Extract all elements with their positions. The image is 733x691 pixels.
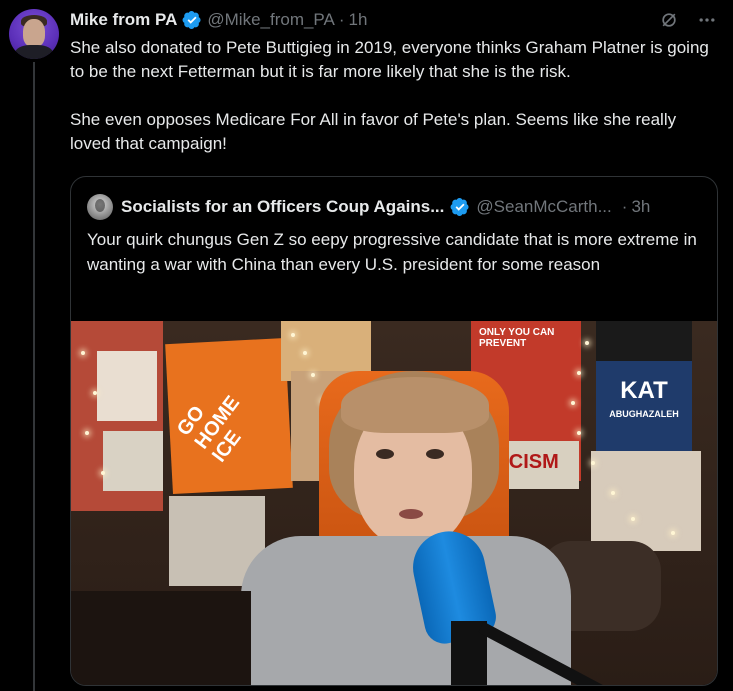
person-bangs <box>341 377 489 433</box>
person-sweatshirt <box>241 536 571 685</box>
person-eye <box>376 449 394 459</box>
tweet-time[interactable]: 1h <box>349 10 368 30</box>
person-eye <box>426 449 444 459</box>
quoted-author-avatar[interactable] <box>87 194 113 220</box>
verified-badge-icon <box>182 11 201 29</box>
quoted-author-handle[interactable]: @SeanMcCarth... <box>476 197 611 217</box>
tweet-header: Mike from PA @Mike_from_PA · 1h <box>70 9 367 31</box>
author-avatar[interactable] <box>9 9 59 59</box>
tweet-top-actions <box>657 8 719 32</box>
verified-badge-icon <box>450 198 469 216</box>
quoted-tweet-header: Socialists for an Officers Coup Agains..… <box>87 194 705 220</box>
quoted-tweet-time[interactable]: 3h <box>631 197 650 217</box>
grok-icon[interactable] <box>657 8 681 32</box>
author-name[interactable]: Mike from PA <box>70 10 177 30</box>
separator-dot: · <box>338 10 345 29</box>
person-mouth <box>399 509 423 519</box>
tweet-body: She also donated to Pete Buttigieg in 20… <box>70 36 720 156</box>
tweet-paragraph: She even opposes Medicare For All in fav… <box>70 110 677 153</box>
separator-dot: · <box>621 197 628 216</box>
quoted-author-name[interactable]: Socialists for an Officers Coup Agains..… <box>121 197 444 217</box>
more-icon[interactable] <box>695 8 719 32</box>
foreground-shadow <box>71 591 251 685</box>
thread-line <box>33 62 35 691</box>
quoted-tweet-text: Your quirk chungus Gen Z so eepy progres… <box>87 230 697 274</box>
author-handle[interactable]: @Mike_from_PA <box>207 10 334 30</box>
quoted-tweet[interactable]: Socialists for an Officers Coup Agains..… <box>70 176 718 686</box>
tweet-paragraph: She also donated to Pete Buttigieg in 20… <box>70 38 709 81</box>
quoted-tweet-media[interactable]: GO HOME ICE ONLY YOU CAN PREVENT KAT ABU… <box>71 321 717 685</box>
